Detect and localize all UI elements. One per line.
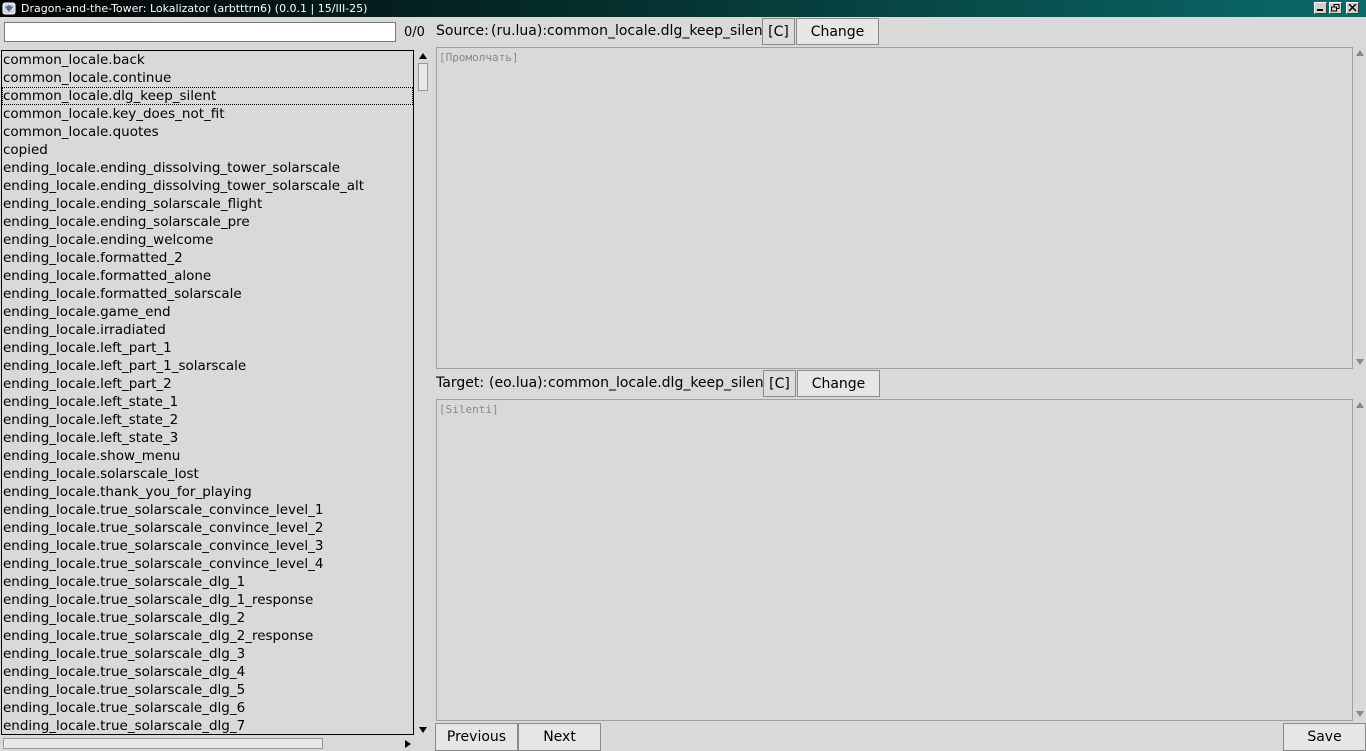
list-item[interactable]: ending_locale.true_solarscale_convince_l… [2, 501, 413, 519]
list-item[interactable]: common_locale.continue [2, 69, 413, 87]
list-item[interactable]: common_locale.back [2, 51, 413, 69]
source-text-area[interactable]: [Промолчать] [436, 47, 1353, 369]
source-change-button[interactable]: Change [796, 18, 879, 45]
scroll-up-icon[interactable] [1355, 401, 1365, 409]
list-item[interactable]: ending_locale.ending_solarscale_flight [2, 195, 413, 213]
list-item[interactable]: ending_locale.formatted_solarscale [2, 285, 413, 303]
save-button[interactable]: Save [1283, 723, 1366, 751]
list-item[interactable]: ending_locale.solarscale_lost [2, 465, 413, 483]
list-item[interactable]: ending_locale.ending_solarscale_pre [2, 213, 413, 231]
target-key: common_locale.dlg_keep_silent [548, 375, 770, 391]
restore-button[interactable] [1329, 2, 1342, 14]
list-item[interactable]: ending_locale.true_solarscale_convince_l… [2, 555, 413, 573]
source-file: (ru.lua): [491, 23, 548, 39]
target-copy-button[interactable]: [C] [763, 370, 796, 397]
list-item[interactable]: ending_locale.left_state_3 [2, 429, 413, 447]
list-item[interactable]: ending_locale.left_state_2 [2, 411, 413, 429]
list-item[interactable]: ending_locale.game_end [2, 303, 413, 321]
list-item[interactable]: common_locale.dlg_keep_silent [2, 87, 413, 105]
title-bar: Dragon-and-the-Tower: Lokalizator (arbtt… [0, 0, 1366, 17]
scroll-up-icon[interactable] [418, 52, 428, 60]
list-item[interactable]: ending_locale.ending_dissolving_tower_so… [2, 159, 413, 177]
list-item[interactable]: ending_locale.true_solarscale_dlg_4 [2, 663, 413, 681]
list-item[interactable]: ending_locale.show_menu [2, 447, 413, 465]
list-item[interactable]: ending_locale.true_solarscale_dlg_2 [2, 609, 413, 627]
close-button[interactable] [1346, 2, 1359, 14]
scroll-right-icon[interactable] [404, 739, 412, 749]
source-key: common_locale.dlg_keep_silent [547, 23, 769, 39]
list-item[interactable]: ending_locale.left_state_1 [2, 393, 413, 411]
scroll-down-icon[interactable] [1355, 710, 1365, 718]
target-label: Target: [436, 375, 485, 391]
source-text: [Промолчать] [439, 51, 519, 64]
target-change-button[interactable]: Change [797, 370, 880, 397]
scroll-down-icon[interactable] [1355, 358, 1365, 366]
list-item[interactable]: ending_locale.true_solarscale_dlg_3 [2, 645, 413, 663]
list-item[interactable]: ending_locale.true_solarscale_convince_l… [2, 519, 413, 537]
list-item[interactable]: ending_locale.true_solarscale_dlg_2_resp… [2, 627, 413, 645]
source-label: Source: [436, 23, 489, 39]
list-item[interactable]: ending_locale.true_solarscale_dlg_5 [2, 681, 413, 699]
minimize-button[interactable] [1314, 2, 1327, 14]
list-item[interactable]: ending_locale.left_part_1 [2, 339, 413, 357]
key-list[interactable]: common_locale.back common_locale.continue… [1, 50, 414, 735]
previous-button[interactable]: Previous [435, 723, 518, 751]
list-item[interactable]: ending_locale.left_part_2 [2, 375, 413, 393]
list-item[interactable]: ending_locale.true_solarscale_dlg_6 [2, 699, 413, 717]
app-icon [2, 2, 16, 15]
list-item[interactable]: ending_locale.true_solarscale_convince_l… [2, 537, 413, 555]
source-scrollbar[interactable] [1354, 47, 1366, 369]
list-scroll-thumb[interactable] [418, 63, 428, 91]
scroll-up-icon[interactable] [1355, 49, 1365, 57]
list-item[interactable]: ending_locale.ending_welcome [2, 231, 413, 249]
list-item[interactable]: copied [2, 141, 413, 159]
search-count: 0/0 [404, 25, 425, 40]
list-item[interactable]: ending_locale.thank_you_for_playing [2, 483, 413, 501]
list-item[interactable]: ending_locale.left_part_1_solarscale [2, 357, 413, 375]
restore-icon [1331, 4, 1340, 12]
target-text-area[interactable]: [Silenti] [436, 399, 1353, 721]
target-scrollbar[interactable] [1354, 399, 1366, 721]
list-hscroll-thumb[interactable] [3, 738, 323, 749]
list-item[interactable]: ending_locale.formatted_2 [2, 249, 413, 267]
list-item[interactable]: ending_locale.true_solarscale_dlg_1 [2, 573, 413, 591]
target-text: [Silenti] [439, 403, 499, 416]
close-icon [1348, 4, 1357, 12]
window-title: Dragon-and-the-Tower: Lokalizator (arbtt… [21, 2, 368, 15]
list-vertical-scrollbar[interactable] [416, 50, 429, 736]
next-button[interactable]: Next [518, 723, 601, 751]
list-item[interactable]: ending_locale.true_solarscale_dlg_1_resp… [2, 591, 413, 609]
minimize-icon [1317, 9, 1323, 11]
list-item[interactable]: common_locale.quotes [2, 123, 413, 141]
list-item[interactable]: common_locale.key_does_not_fit [2, 105, 413, 123]
list-item[interactable]: ending_locale.true_solarscale_dlg_7 [2, 717, 413, 734]
list-item[interactable]: ending_locale.formatted_alone [2, 267, 413, 285]
source-copy-button[interactable]: [C] [762, 18, 795, 45]
target-file: (eo.lua): [489, 375, 548, 391]
list-item[interactable]: ending_locale.irradiated [2, 321, 413, 339]
search-input[interactable] [4, 22, 396, 42]
list-item[interactable]: ending_locale.ending_dissolving_tower_so… [2, 177, 413, 195]
list-horizontal-scrollbar[interactable] [1, 737, 414, 750]
scroll-down-icon[interactable] [418, 726, 428, 734]
